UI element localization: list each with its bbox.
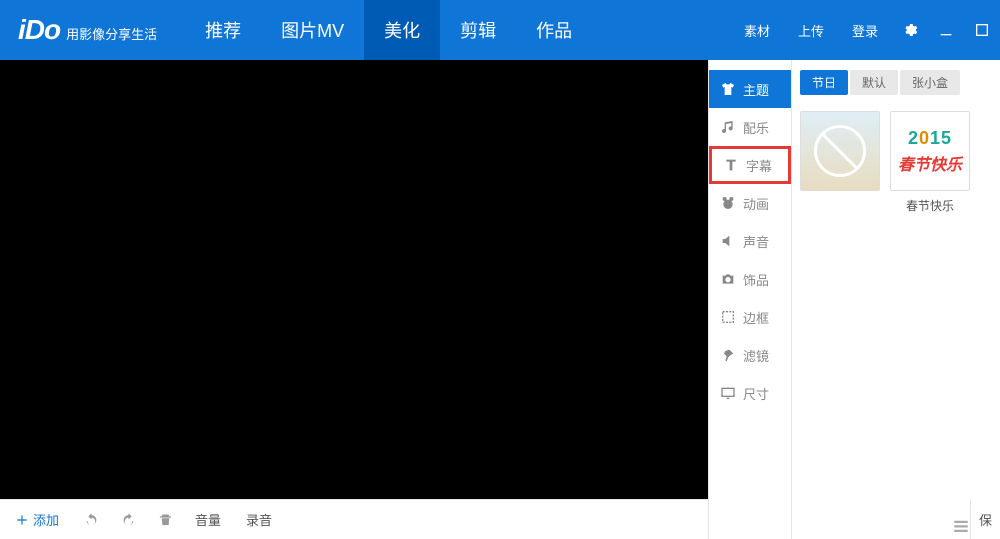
volume-button[interactable]: 音量 bbox=[195, 510, 221, 529]
plus-icon bbox=[15, 513, 29, 527]
record-button[interactable]: 录音 bbox=[246, 510, 272, 529]
side-label: 滤镜 bbox=[743, 346, 769, 365]
save-button[interactable]: 保 bbox=[970, 499, 1000, 539]
app-logo: iDo bbox=[18, 14, 60, 46]
side-label: 边框 bbox=[743, 308, 769, 327]
redo-button[interactable] bbox=[121, 512, 136, 527]
material-link[interactable]: 素材 bbox=[730, 21, 784, 40]
settings-icon[interactable] bbox=[892, 22, 928, 38]
side-frame[interactable]: 边框 bbox=[709, 298, 791, 336]
shirt-icon bbox=[719, 81, 737, 97]
list-view-icon[interactable] bbox=[952, 517, 970, 535]
undo-button[interactable] bbox=[84, 512, 99, 527]
side-label: 主题 bbox=[743, 80, 769, 99]
side-label: 配乐 bbox=[743, 118, 769, 137]
side-label: 动画 bbox=[743, 194, 769, 213]
text-icon bbox=[722, 157, 740, 173]
nav-works[interactable]: 作品 bbox=[516, 0, 592, 60]
frame-icon bbox=[719, 309, 737, 325]
tab-zhangxiaohe[interactable]: 张小盒 bbox=[900, 70, 960, 95]
video-preview bbox=[0, 60, 708, 509]
maximize-icon[interactable] bbox=[964, 22, 1000, 38]
side-animation[interactable]: 动画 bbox=[709, 184, 791, 222]
nav-recommend[interactable]: 推荐 bbox=[185, 0, 261, 60]
side-theme[interactable]: 主题 bbox=[709, 70, 791, 108]
login-link[interactable]: 登录 bbox=[838, 21, 892, 40]
upload-link[interactable]: 上传 bbox=[784, 21, 838, 40]
bear-icon bbox=[719, 195, 737, 211]
side-music[interactable]: 配乐 bbox=[709, 108, 791, 146]
nav-beautify[interactable]: 美化 bbox=[364, 0, 440, 60]
add-button[interactable]: 添加 bbox=[15, 510, 59, 529]
side-label: 饰品 bbox=[743, 270, 769, 289]
side-filter[interactable]: 滤镜 bbox=[709, 336, 791, 374]
theme-card-none[interactable] bbox=[800, 111, 880, 214]
thumb-none bbox=[800, 111, 880, 191]
side-label: 声音 bbox=[743, 232, 769, 251]
side-label: 字幕 bbox=[746, 156, 772, 175]
tab-holiday[interactable]: 节日 bbox=[800, 70, 848, 95]
nav-edit[interactable]: 剪辑 bbox=[440, 0, 516, 60]
card-caption: 春节快乐 bbox=[890, 197, 970, 214]
thumb-newyear: 2015 春节快乐 bbox=[890, 111, 970, 191]
camera-icon bbox=[719, 271, 737, 287]
side-decor[interactable]: 饰品 bbox=[709, 260, 791, 298]
theme-card-newyear[interactable]: 2015 春节快乐 春节快乐 bbox=[890, 111, 970, 214]
pin-icon bbox=[719, 347, 737, 363]
screen-icon bbox=[719, 385, 737, 401]
side-subtitle[interactable]: 字幕 bbox=[709, 146, 791, 184]
side-sound[interactable]: 声音 bbox=[709, 222, 791, 260]
side-size[interactable]: 尺寸 bbox=[709, 374, 791, 412]
minimize-icon[interactable] bbox=[928, 22, 964, 38]
delete-button[interactable] bbox=[158, 512, 173, 527]
tab-default[interactable]: 默认 bbox=[850, 70, 898, 95]
nav-photo-mv[interactable]: 图片MV bbox=[261, 0, 364, 60]
speaker-icon bbox=[719, 233, 737, 249]
side-label: 尺寸 bbox=[743, 384, 769, 403]
app-slogan: 用影像分享生活 bbox=[66, 24, 157, 43]
music-icon bbox=[719, 119, 737, 135]
